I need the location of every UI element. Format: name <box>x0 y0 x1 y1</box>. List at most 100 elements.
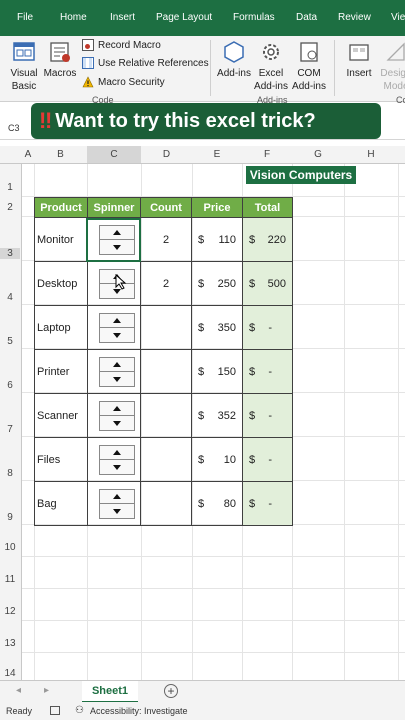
column-header[interactable]: A <box>22 149 34 160</box>
spinner-cell[interactable] <box>87 437 141 482</box>
accessibility-status[interactable]: Accessibility: Investigate <box>90 706 188 716</box>
spin-button[interactable] <box>99 489 135 519</box>
tab-insert[interactable]: Insert <box>110 12 135 23</box>
accessibility-icon[interactable]: ⚇ <box>75 705 84 716</box>
row-header[interactable]: 10 <box>0 542 20 553</box>
com-addins-button[interactable]: COM Add-ins <box>291 40 327 93</box>
row-header[interactable]: 11 <box>0 574 20 585</box>
total-cell[interactable]: $ - <box>242 305 293 350</box>
count-cell[interactable]: 2 <box>140 217 192 262</box>
count-cell[interactable] <box>140 349 192 394</box>
spin-button[interactable] <box>99 401 135 431</box>
spin-down-arrow[interactable] <box>100 328 134 342</box>
spin-up-arrow[interactable] <box>100 226 134 240</box>
product-cell[interactable]: Monitor <box>34 217 88 262</box>
row-header[interactable]: 6 <box>0 380 20 391</box>
total-cell[interactable]: $ - <box>242 437 293 482</box>
spin-down-arrow[interactable] <box>100 416 134 430</box>
column-header[interactable]: G <box>292 149 344 160</box>
row-header[interactable]: 1 <box>0 182 20 193</box>
tab-view[interactable]: View <box>391 12 405 23</box>
row-header[interactable]: 7 <box>0 424 20 435</box>
design-mode-button[interactable]: Design Mode <box>378 40 405 93</box>
count-cell[interactable] <box>140 305 192 350</box>
prev-sheet-icon[interactable]: ◂ <box>16 685 21 696</box>
spin-down-arrow[interactable] <box>100 240 134 254</box>
column-header[interactable]: C <box>87 146 141 163</box>
spinner-cell[interactable] <box>87 393 141 438</box>
spin-button[interactable] <box>99 225 135 255</box>
tab-file[interactable]: File <box>17 12 33 23</box>
spinner-cell[interactable] <box>87 305 141 350</box>
price-cell[interactable]: $10 <box>191 437 243 482</box>
price-cell[interactable]: $150 <box>191 349 243 394</box>
product-cell[interactable]: Scanner <box>34 393 88 438</box>
product-cell[interactable]: Desktop <box>34 261 88 306</box>
count-cell[interactable]: 2 <box>140 261 192 306</box>
price-cell[interactable]: $352 <box>191 393 243 438</box>
spin-up-arrow[interactable] <box>100 446 134 460</box>
price-cell[interactable]: $110 <box>191 217 243 262</box>
price-cell[interactable]: $250 <box>191 261 243 306</box>
spin-button[interactable] <box>99 445 135 475</box>
total-cell[interactable]: $ - <box>242 393 293 438</box>
tab-home[interactable]: Home <box>60 12 87 23</box>
spin-up-arrow[interactable] <box>100 402 134 416</box>
spin-up-arrow[interactable] <box>100 314 134 328</box>
total-cell[interactable]: $500 <box>242 261 293 306</box>
visual-basic-button[interactable]: Visual Basic <box>6 40 42 93</box>
addins-button[interactable]: Add-ins <box>216 40 252 80</box>
spin-button[interactable] <box>99 357 135 387</box>
tab-page-layout[interactable]: Page Layout <box>156 12 212 23</box>
column-header[interactable]: F <box>242 149 292 160</box>
row-header[interactable]: 5 <box>0 336 20 347</box>
row-header[interactable]: 12 <box>0 606 20 617</box>
column-header[interactable]: E <box>192 149 242 160</box>
tab-formulas[interactable]: Formulas <box>233 12 275 23</box>
total-cell[interactable]: $ - <box>242 481 293 526</box>
record-macro-button[interactable]: Record Macro <box>82 39 161 51</box>
product-cell[interactable]: Printer <box>34 349 88 394</box>
spin-button[interactable] <box>99 313 135 343</box>
name-box[interactable]: C3 <box>8 123 20 133</box>
row-header[interactable]: 2 <box>0 202 20 213</box>
product-cell[interactable]: Bag <box>34 481 88 526</box>
macro-security-button[interactable]: Macro Security <box>82 76 165 88</box>
total-cell[interactable]: $220 <box>242 217 293 262</box>
spinner-cell[interactable] <box>87 217 141 262</box>
total-cell[interactable]: $ - <box>242 349 293 394</box>
row-header[interactable]: 9 <box>0 512 20 523</box>
insert-controls-button[interactable]: Insert <box>341 40 377 80</box>
next-sheet-icon[interactable]: ▸ <box>44 685 49 696</box>
spin-up-arrow[interactable] <box>100 358 134 372</box>
column-header[interactable]: H <box>344 149 398 160</box>
row-header[interactable]: 8 <box>0 468 20 479</box>
count-cell[interactable] <box>140 481 192 526</box>
spinner-cell[interactable] <box>87 261 141 306</box>
tab-data[interactable]: Data <box>296 12 317 23</box>
relative-references-button[interactable]: Use Relative References <box>82 57 209 69</box>
count-cell[interactable] <box>140 437 192 482</box>
sheet-tab-sheet1[interactable]: Sheet1 <box>82 681 138 703</box>
count-cell[interactable] <box>140 393 192 438</box>
spin-down-arrow[interactable] <box>100 460 134 474</box>
row-header[interactable]: 13 <box>0 638 20 649</box>
column-header[interactable]: B <box>34 149 87 160</box>
tab-review[interactable]: Review <box>338 12 371 23</box>
product-cell[interactable]: Laptop <box>34 305 88 350</box>
add-sheet-icon[interactable]: + <box>164 684 178 698</box>
excel-addins-button[interactable]: Excel Add-ins <box>253 40 289 93</box>
row-header[interactable]: 4 <box>0 292 20 303</box>
row-header[interactable]: 3 <box>0 248 20 259</box>
macros-button[interactable]: Macros <box>42 40 78 80</box>
spinner-cell[interactable] <box>87 349 141 394</box>
column-header[interactable]: D <box>141 149 192 160</box>
spinner-cell[interactable] <box>87 481 141 526</box>
price-cell[interactable]: $350 <box>191 305 243 350</box>
price-cell[interactable]: $80 <box>191 481 243 526</box>
product-cell[interactable]: Files <box>34 437 88 482</box>
row-header[interactable]: 14 <box>0 668 20 679</box>
spin-down-arrow[interactable] <box>100 504 134 518</box>
spin-up-arrow[interactable] <box>100 490 134 504</box>
spin-down-arrow[interactable] <box>100 372 134 386</box>
